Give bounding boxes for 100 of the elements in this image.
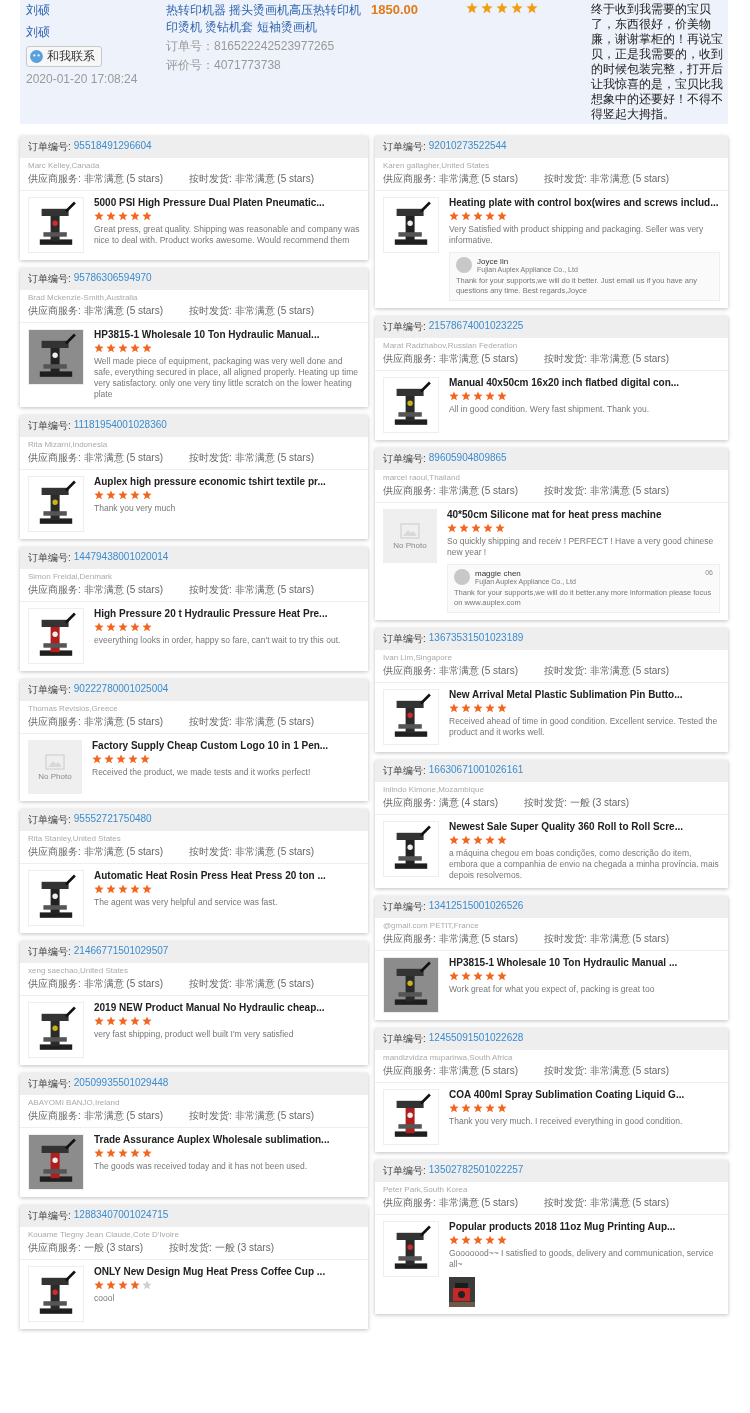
product-title[interactable]: 5000 PSI High Pressure Dual Platen Pneumatic... (94, 197, 360, 208)
product-title[interactable]: 40*50cm Silicone mat for heat press machine (447, 509, 720, 520)
order-number[interactable]: 95552721750480 (73, 813, 152, 827)
review-date: 2020-01-20 17:08:24 (26, 72, 139, 86)
order-number[interactable]: 95518491296604 (73, 140, 152, 154)
star-icon (118, 211, 128, 221)
product-title[interactable]: Manual 40x50cm 16x20 inch flatbed digital con... (449, 377, 720, 388)
order-number[interactable]: 14479438001020014 (73, 551, 169, 565)
star-icon (461, 835, 471, 845)
buyer-link[interactable]: 刘硕 (26, 24, 166, 41)
product-title[interactable]: Auplex high pressure economic tshirt textile pr... (94, 476, 360, 487)
star-icon (118, 1016, 128, 1026)
product-title[interactable]: Heating plate with control box(wires and screws includ... (449, 197, 720, 208)
rating-text: 供应商服务: 非常满意 (5 stars) (383, 1196, 518, 1210)
star-icon (461, 971, 471, 981)
product-title[interactable]: Automatic Heat Rosin Press Heat Press 20 ton ... (94, 870, 360, 881)
product-title[interactable]: Trade Assurance Auplex Wholesale sublimation... (94, 1134, 360, 1145)
review-text: Very Satisfied with product shipping and packaging. Seller was very informative. (449, 224, 705, 246)
chat-bubble-icon (29, 49, 44, 64)
rating-text: 供应商服务: 非常满意 (5 stars) (383, 1064, 518, 1078)
order-number[interactable]: 92010273522544 (428, 140, 507, 154)
rating-text: 按时发货: 非常满意 (5 stars) (544, 1196, 670, 1210)
buyer-name: Simon Freidal,Denmark (28, 572, 114, 581)
star-icon (130, 884, 140, 894)
order-label: 订单编号: (28, 683, 71, 697)
buyer-name: Peter Park,South Korea (383, 1185, 469, 1194)
star-icon (106, 884, 116, 894)
product-title[interactable]: 热转印机器 摇头烫画机高压热转印机印烫机 烫钻机套 短袖烫画机 (166, 2, 371, 36)
order-number[interactable]: 90222780001025004 (73, 683, 169, 697)
order-number[interactable]: 12883407001024715 (73, 1209, 169, 1223)
star-icon (485, 971, 495, 981)
product-title[interactable]: Factory Supply Cheap Custom Logo 10 in 1 Pen... (92, 740, 360, 751)
product-title[interactable]: ONLY New Design Mug Heat Press Coffee Cup ... (94, 1266, 360, 1277)
order-label: 订单编号: (383, 452, 426, 466)
star-icon (461, 391, 471, 401)
buyer-name[interactable]: 刘硕 (26, 2, 166, 19)
star-icon (449, 1235, 459, 1245)
star-icon (106, 490, 116, 500)
rating-text: 按时发货: 一般 (3 stars) (524, 796, 630, 810)
review-text: Gooooood~~ I satisfied to goods, delivery and communication, service all~ (449, 1248, 715, 1270)
product-title[interactable]: COA 400ml Spray Sublimation Coating Liquid G... (449, 1089, 720, 1100)
review-text: Well made piece of equipment, packaging was very well done and safe, everything secured in place, all aligned properly. Heating up time very satisfactory. only one very tiny little scratch on the lower heating plate (94, 356, 359, 400)
star-icon (130, 1280, 140, 1290)
product-title[interactable]: Popular products 2018 11oz Mug Printing Aup... (449, 1221, 720, 1232)
review-text: a máquina chegou em boas condições, como descrição do item, embora que a companhia de envio na chegada a minha província. mais depois resolvemos. (449, 848, 720, 881)
star-icon (142, 884, 152, 894)
no-photo-label: No Photo (38, 771, 72, 781)
star-icon (511, 2, 523, 14)
star-icon (92, 754, 102, 764)
rating-text: 按时发货: 非常满意 (5 stars) (189, 172, 315, 186)
star-icon (461, 1103, 471, 1113)
order-number[interactable]: 13502782501022257 (428, 1164, 524, 1178)
review-text: Work great for what you expect of, packing is great too (449, 984, 656, 995)
rating-text: 按时发货: 一般 (3 stars) (169, 1241, 275, 1255)
order-number[interactable]: 16630671001026161 (428, 764, 524, 778)
review-text: very fast shipping, product well built I'm very satisfied (94, 1029, 295, 1040)
order-label: 订单编号: (28, 1209, 71, 1223)
review-text: The goods was received today and it has not been used. (94, 1161, 309, 1172)
star-icon (471, 523, 481, 533)
star-icon (118, 343, 128, 353)
order-number[interactable]: 13673531501023189 (428, 632, 524, 646)
rating-text: 供应商服务: 非常满意 (5 stars) (28, 977, 163, 991)
product-title[interactable]: High Pressure 20 t Hydraulic Pressure Heat Pre... (94, 608, 360, 619)
rating-text: 按时发货: 非常满意 (5 stars) (189, 977, 315, 991)
product-title[interactable]: New Arrival Metal Plastic Sublimation Pin Butto... (449, 689, 720, 700)
star-icon (483, 523, 493, 533)
product-title[interactable]: Newest Sale Super Quality 360 Roll to Roll Scre... (449, 821, 720, 832)
product-title[interactable]: HP3815-1 Wholesale 10 Ton Hydraulic Manual ... (449, 957, 720, 968)
star-icon (485, 835, 495, 845)
rating-text: 供应商服务: 非常满意 (5 stars) (28, 1109, 163, 1123)
star-icon (94, 1016, 104, 1026)
star-icon (485, 1235, 495, 1245)
star-icon (142, 1280, 152, 1290)
contact-button[interactable]: 和我联系 (26, 46, 102, 67)
star-icon (497, 211, 507, 221)
rating-text: 供应商服务: 非常满意 (5 stars) (28, 451, 163, 465)
product-title[interactable]: HP3815-1 Wholesale 10 Ton Hydraulic Manual... (94, 329, 360, 340)
review-text: The agent was very helpful and service was fast. (94, 897, 279, 908)
rating-text: 按时发货: 非常满意 (5 stars) (544, 352, 670, 366)
avatar-icon (454, 569, 470, 585)
order-number[interactable]: 11181954001028360 (73, 419, 167, 433)
order-number[interactable]: 21466771501029507 (73, 945, 169, 959)
order-label: 订单编号: (28, 1077, 71, 1091)
order-number[interactable]: 95786306594970 (73, 272, 152, 286)
star-icon (473, 971, 483, 981)
order-label: 订单编号: (28, 419, 71, 433)
star-icon (106, 1280, 116, 1290)
product-title[interactable]: 2019 NEW Product Manual No Hydraulic cheap... (94, 1002, 360, 1013)
order-number[interactable]: 13412515001026526 (428, 900, 524, 914)
order-number[interactable]: 12455091501022628 (428, 1032, 524, 1046)
review-text: Thank you very much (94, 503, 177, 514)
order-number[interactable]: 89605904809865 (428, 452, 507, 466)
star-icon (473, 835, 483, 845)
star-icon (497, 1235, 507, 1245)
order-number[interactable]: 20509935501029448 (73, 1077, 169, 1091)
star-icon (473, 1103, 483, 1113)
star-icon (118, 884, 128, 894)
rating-text: 按时发货: 非常满意 (5 stars) (189, 451, 315, 465)
order-number[interactable]: 21578674001023225 (428, 320, 524, 334)
rating-text: 供应商服务: 一般 (3 stars) (28, 1241, 143, 1255)
